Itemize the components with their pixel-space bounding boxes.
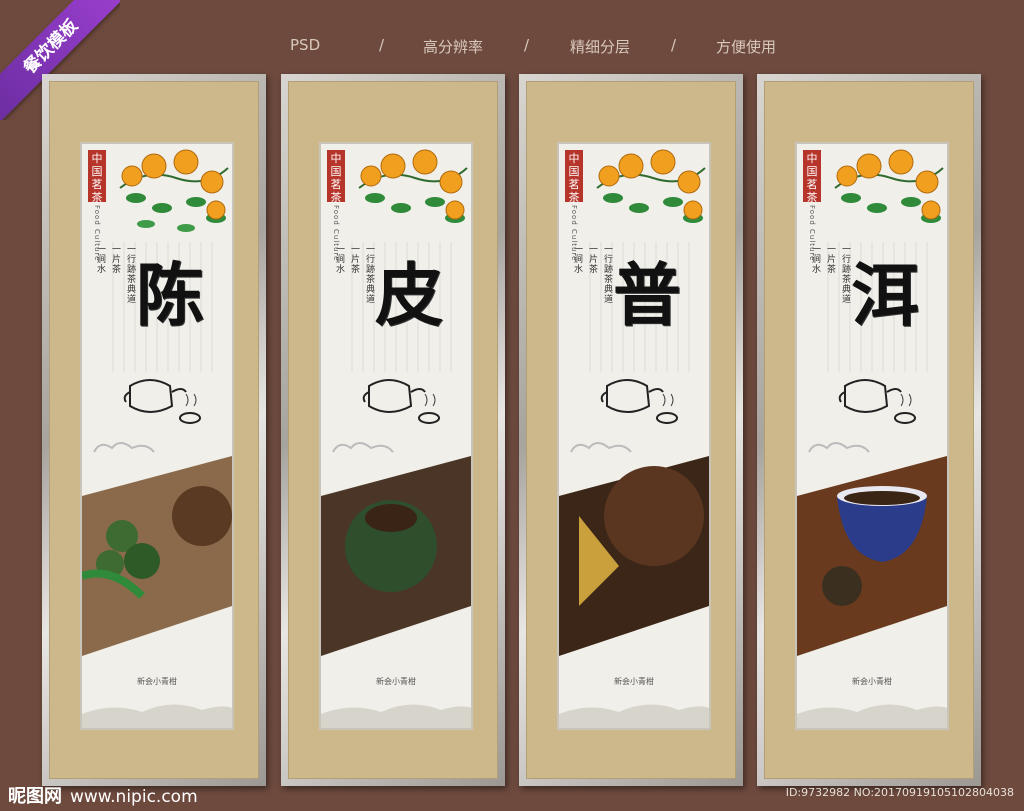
mountain-wash — [559, 704, 709, 728]
poster: 中国茗茶 Food Culture 一涧水 一片茶 一行跡茶典道 普 新会小青柑 — [557, 142, 711, 730]
mountain-wash — [321, 704, 471, 728]
calligraphy-character: 普 — [612, 256, 681, 336]
verse-line: 一涧水 — [95, 244, 105, 274]
mountain-wash — [82, 704, 232, 728]
frame-mat: 中国茗茶 Food Culture 一涧水 一片茶 一行跡茶典道 陈 新会小青柑 — [49, 81, 259, 779]
poster: 中国茗茶 Food Culture 一涧水 一片茶 一行跡茶典道 皮 新会小青柑 — [319, 142, 473, 730]
poem-verse: 一涧水 一片茶 一行跡茶典道 — [333, 244, 374, 304]
verse-line: 一片茶 — [349, 244, 359, 274]
cloud-icon — [570, 442, 632, 453]
feature-easy-use: 方便使用 — [716, 38, 777, 56]
poster-frame-2: 中国茗茶 Food Culture 一涧水 一片茶 一行跡茶典道 皮 新会小青柑 — [281, 74, 505, 786]
verse-line: 一片茶 — [825, 244, 835, 274]
poster-frame-1: 中国茗茶 Food Culture 一涧水 一片茶 一行跡茶典道 陈 新会小青柑 — [42, 74, 266, 786]
poster-frame-3: 中国茗茶 Food Culture 一涧水 一片茶 一行跡茶典道 普 新会小青柑 — [519, 74, 743, 786]
verse-line: 一涧水 — [334, 244, 344, 274]
photo-limes — [82, 456, 232, 656]
seal-stamp: 中国茗茶 — [565, 150, 583, 204]
photo-tea-cup — [797, 456, 947, 656]
photo-puer-leaves — [559, 456, 709, 656]
feature-separator: / — [524, 36, 530, 54]
feature-separator: / — [671, 36, 677, 54]
watermark-url: www.nipic.com — [70, 787, 198, 807]
frame-mat: 中国茗茶 Food Culture 一涧水 一片茶 一行跡茶典道 皮 新会小青柑 — [288, 81, 498, 779]
cloud-icon — [332, 442, 394, 453]
seal-stamp: 中国茗茶 — [327, 150, 345, 204]
verse-line: 一涧水 — [810, 244, 820, 274]
poem-verse: 一涧水 一片茶 一行跡茶典道 — [809, 244, 850, 304]
teapot-icon — [123, 379, 201, 424]
teapot-icon — [600, 379, 678, 424]
mountain-wash — [797, 704, 947, 728]
calligraphy-character: 洱 — [850, 256, 919, 336]
watermark-brand-name: 昵图网 — [8, 786, 62, 807]
poster-frame-4: 中国茗茶 Food Culture 一涧水 一片茶 一行跡茶典道 洱 新会小青柑 — [757, 74, 981, 786]
image-id: ID:9732982 NO:20170919105102804038 — [785, 786, 1014, 799]
feature-psd: PSD — [290, 36, 321, 54]
teapot-icon — [838, 379, 916, 424]
verse-line: 一片茶 — [587, 244, 597, 274]
orange-branch-illustration — [119, 149, 229, 232]
cloud-icon — [808, 442, 870, 453]
poem-verse: 一涧水 一片茶 一行跡茶典道 — [94, 244, 135, 304]
photo-green-citrus — [321, 456, 471, 656]
watermark-brand: 昵图网 www.nipic.com — [8, 782, 198, 808]
verse-line: 一涧水 — [572, 244, 582, 274]
frame-mat: 中国茗茶 Food Culture 一涧水 一片茶 一行跡茶典道 普 新会小青柑 — [526, 81, 736, 779]
feature-separator: / — [379, 36, 385, 54]
poster: 中国茗茶 Food Culture 一涧水 一片茶 一行跡茶典道 陈 新会小青柑 — [80, 142, 234, 730]
seal-stamp: 中国茗茶 — [803, 150, 821, 204]
poster: 中国茗茶 Food Culture 一涧水 一片茶 一行跡茶典道 洱 新会小青柑 — [795, 142, 949, 730]
seal-stamp: 中国茗茶 — [88, 150, 106, 204]
feature-high-resolution: 高分辨率 — [423, 38, 484, 56]
orange-branch-illustration — [596, 149, 706, 223]
poem-verse: 一涧水 一片茶 一行跡茶典道 — [571, 244, 612, 304]
orange-branch-illustration — [358, 149, 468, 223]
frame-mat: 中国茗茶 Food Culture 一涧水 一片茶 一行跡茶典道 洱 新会小青柑 — [764, 81, 974, 779]
orange-branch-illustration — [834, 149, 944, 223]
verse-line: 一片茶 — [110, 244, 120, 274]
cloud-icon — [93, 442, 155, 453]
teapot-icon — [362, 379, 440, 424]
calligraphy-character: 陈 — [135, 256, 204, 336]
feature-bar: PSD / 高分辨率 / 精细分层 / 方便使用 — [0, 36, 1024, 58]
calligraphy-character: 皮 — [374, 256, 443, 336]
feature-fine-layers: 精细分层 — [570, 38, 631, 56]
